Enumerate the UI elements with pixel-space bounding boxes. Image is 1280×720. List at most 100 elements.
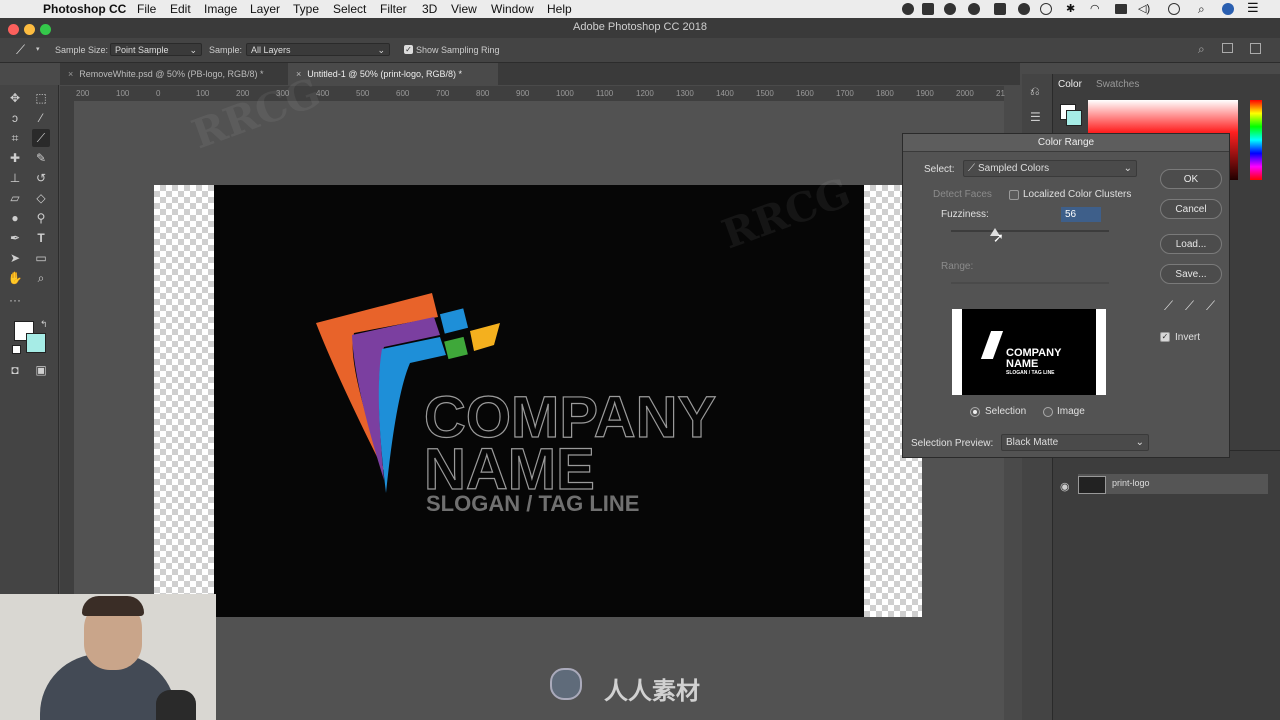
menu-item-filter[interactable]: Filter — [380, 2, 407, 16]
magic-wand-tool-icon[interactable]: ⁄ — [32, 109, 50, 127]
tab-removewhite[interactable]: × RemoveWhite.psd @ 50% (PB-logo, RGB/8) … — [60, 63, 288, 85]
select-dropdown[interactable]: ⟋ Sampled Colors ⌄ — [963, 160, 1137, 177]
ruler-label: 500 — [356, 89, 370, 98]
sample-select[interactable]: All Layers ⌄ — [246, 43, 390, 56]
ruler-label: 100 — [196, 89, 210, 98]
image-radio[interactable] — [1043, 407, 1053, 417]
selection-preview-value: Black Matte — [1006, 437, 1059, 448]
notification-center-icon[interactable]: ☰ — [1247, 0, 1259, 16]
app-menu[interactable]: Photoshop CC — [43, 2, 126, 16]
lasso-tool-icon[interactable]: ↄ — [6, 109, 24, 127]
options-bar: ⟋ ▾ Sample Size: Point Sample ⌄ Sample: … — [0, 38, 1280, 63]
invert-label: Invert — [1175, 332, 1201, 343]
show-sampling-ring-checkbox[interactable]: ✓ — [404, 45, 413, 54]
brush-tool-icon[interactable]: ✎ — [32, 149, 50, 167]
zoom-tool-icon[interactable]: ⌕ — [32, 269, 50, 287]
selection-radio-label: Selection — [985, 406, 1027, 417]
hue-slider[interactable] — [1250, 100, 1262, 180]
invert-checkbox[interactable]: ✓ — [1160, 332, 1170, 342]
bluetooth-icon[interactable]: ✱ — [1066, 2, 1075, 15]
cancel-button[interactable]: Cancel — [1160, 199, 1222, 219]
volume-icon[interactable]: ◁) — [1138, 2, 1150, 15]
tool-preset-dropdown-icon[interactable]: ▾ — [36, 45, 40, 53]
selection-preview-select[interactable]: Black Matte ⌄ — [1001, 434, 1149, 451]
spotlight-search-icon[interactable]: ⌕ — [1198, 2, 1205, 17]
layer-visibility-eye-icon[interactable]: ◉ — [1060, 480, 1070, 493]
background-color-swatch[interactable] — [26, 333, 46, 353]
healing-brush-tool-icon[interactable]: ✚ — [6, 149, 24, 167]
properties-panel-icon[interactable]: ☰ — [1030, 110, 1041, 124]
tab-untitled-1[interactable]: × Untitled-1 @ 50% (print-logo, RGB/8) * — [288, 63, 498, 85]
tab-color[interactable]: Color — [1058, 79, 1082, 90]
airplay-icon[interactable] — [1115, 4, 1127, 14]
pen-tool-icon[interactable]: ✒ — [6, 229, 24, 247]
status-icon[interactable] — [902, 3, 914, 15]
tab-swatches[interactable]: Swatches — [1096, 79, 1139, 90]
load-button[interactable]: Load... — [1160, 234, 1222, 254]
dodge-tool-icon[interactable]: ⚲ — [32, 209, 50, 227]
workspace-icon[interactable] — [1222, 43, 1233, 53]
menu-item-layer[interactable]: Layer — [250, 2, 280, 16]
rectangle-tool-icon[interactable]: ▭ — [32, 249, 50, 267]
close-tab-icon[interactable]: × — [68, 69, 73, 79]
status-icon[interactable] — [944, 3, 956, 15]
localized-clusters-checkbox[interactable] — [1009, 190, 1019, 200]
more-tools-icon[interactable]: ··· — [6, 291, 24, 309]
ruler-label: 900 — [516, 89, 530, 98]
eyedropper-tool-icon[interactable]: ⟋ — [32, 129, 50, 147]
clone-stamp-tool-icon[interactable]: ⊥ — [6, 169, 24, 187]
wifi-icon[interactable]: ◠ — [1090, 2, 1100, 15]
menu-item-image[interactable]: Image — [204, 2, 237, 16]
eyedropper-icon[interactable]: ⟋ — [1164, 298, 1173, 314]
status-icon[interactable] — [994, 3, 1006, 15]
eyedropper-minus-icon[interactable]: ⟋ — [1206, 298, 1215, 314]
history-brush-tool-icon[interactable]: ↺ — [32, 169, 50, 187]
menu-item-window[interactable]: Window — [491, 2, 534, 16]
sample-size-select[interactable]: Point Sample ⌄ — [110, 43, 202, 56]
type-tool-icon[interactable]: T — [32, 229, 50, 247]
ruler-label: 2000 — [956, 89, 974, 98]
screen-mode-icon[interactable]: ▣ — [32, 361, 50, 379]
eyedropper-plus-icon[interactable]: ⟋ — [1185, 298, 1194, 314]
search-icon[interactable]: ⌕ — [1198, 42, 1205, 57]
blur-tool-icon[interactable]: ● — [6, 209, 24, 227]
save-button[interactable]: Save... — [1160, 264, 1222, 284]
path-selection-tool-icon[interactable]: ➤ — [6, 249, 24, 267]
paint-bucket-tool-icon[interactable]: ◇ — [32, 189, 50, 207]
swap-colors-icon[interactable]: ↰ — [40, 319, 48, 330]
user-avatar-icon[interactable] — [1222, 3, 1234, 15]
marquee-tool-icon[interactable]: ⬚ — [32, 89, 50, 107]
menu-bar: Photoshop CC File Edit Image Layer Type Selec… — [0, 0, 1280, 18]
quick-mask-icon[interactable]: ◘ — [6, 361, 24, 379]
menu-item-3d[interactable]: 3D — [422, 2, 437, 16]
panel-background-swatch[interactable] — [1066, 110, 1082, 126]
hand-tool-icon[interactable]: ✋ — [6, 269, 24, 287]
menu-item-type[interactable]: Type — [293, 2, 319, 16]
default-colors-icon[interactable] — [12, 345, 21, 354]
fuzziness-label: Fuzziness: — [941, 209, 989, 220]
status-icon[interactable] — [1018, 3, 1030, 15]
layer-row[interactable]: print-logo — [1078, 474, 1268, 494]
status-icon[interactable] — [922, 3, 934, 15]
document-canvas[interactable]: COMPANY NAME SLOGAN / TAG LINE — [214, 185, 864, 617]
menu-item-file[interactable]: File — [137, 2, 156, 16]
time-machine-icon[interactable] — [1040, 3, 1052, 15]
menu-item-view[interactable]: View — [451, 2, 477, 16]
clock-icon[interactable] — [1168, 3, 1180, 15]
menu-item-edit[interactable]: Edit — [170, 2, 191, 16]
ok-button[interactable]: OK — [1160, 169, 1222, 189]
menu-item-help[interactable]: Help — [547, 2, 572, 16]
history-panel-icon[interactable]: ⎌ — [1030, 84, 1040, 99]
transparent-area-left[interactable] — [154, 185, 214, 617]
status-icon[interactable] — [968, 3, 980, 15]
share-icon[interactable] — [1250, 43, 1261, 54]
eyedropper-tool-icon[interactable]: ⟋ — [16, 42, 25, 58]
move-tool-icon[interactable]: ✥ — [6, 89, 24, 107]
menu-item-select[interactable]: Select — [333, 2, 366, 16]
selection-preview-image: COMPANY NAME SLOGAN / TAG LINE — [952, 309, 1106, 395]
fuzziness-input[interactable]: 56 — [1061, 207, 1101, 222]
selection-radio[interactable] — [970, 407, 980, 417]
fuzziness-slider[interactable] — [951, 230, 1109, 232]
crop-tool-icon[interactable]: ⌗ — [6, 129, 24, 147]
eraser-tool-icon[interactable]: ▱ — [6, 189, 24, 207]
